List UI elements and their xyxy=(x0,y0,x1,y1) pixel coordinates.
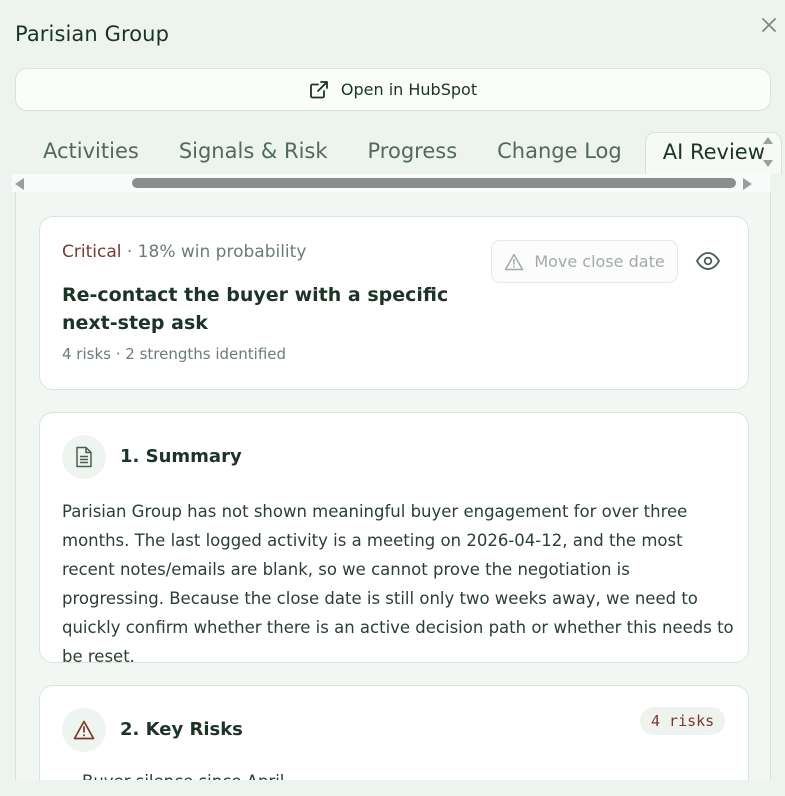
summary-card: 1. Summary Parisian Group has not shown … xyxy=(39,412,749,666)
scroll-arrows-icon xyxy=(763,137,773,167)
recommendation-card: Critical · 18% win probability Re-contac… xyxy=(39,216,749,390)
tab-signals-risk[interactable]: Signals & Risk xyxy=(159,132,348,174)
severity-label: Critical xyxy=(62,242,122,262)
key-risks-icon-wrap xyxy=(62,708,106,752)
bullet-icon xyxy=(62,779,68,780)
tab-progress[interactable]: Progress xyxy=(348,132,478,174)
tab-horizontal-scrollbar[interactable] xyxy=(12,174,770,192)
move-close-date-label: Move close date xyxy=(534,252,665,271)
key-risks-title: 2. Key Risks xyxy=(120,719,243,740)
move-close-date-button[interactable]: Move close date xyxy=(491,240,678,283)
severity-line: Critical · 18% win probability xyxy=(62,242,306,262)
external-link-icon xyxy=(309,80,328,98)
warning-icon xyxy=(505,253,524,270)
view-details-button[interactable] xyxy=(695,248,721,274)
warning-icon xyxy=(73,720,95,740)
document-icon xyxy=(76,446,92,468)
summary-text: Parisian Group has not shown meaningful … xyxy=(62,502,734,666)
win-probability: · 18% win probability xyxy=(126,242,307,262)
summary-icon-wrap xyxy=(62,435,106,479)
list-item: Buyer silence since April xyxy=(62,772,284,780)
tab-bar: Activities Signals & Risk Progress Chang… xyxy=(15,130,782,174)
recommendation-headline: Re-contact the buyer with a specific nex… xyxy=(62,284,449,334)
tab-vertical-scrollbar[interactable] xyxy=(761,134,775,174)
review-content[interactable]: Critical · 18% win probability Re-contac… xyxy=(15,192,771,780)
risk-item-text: Buyer silence since April xyxy=(82,772,284,780)
eye-icon xyxy=(695,252,721,270)
open-in-hubspot-button[interactable]: Open in HubSpot xyxy=(15,68,771,111)
scroll-right-icon[interactable] xyxy=(743,178,752,190)
close-icon xyxy=(762,18,776,32)
tab-change-log[interactable]: Change Log xyxy=(477,132,642,174)
page-title: Parisian Group xyxy=(15,22,170,46)
tab-activities[interactable]: Activities xyxy=(15,132,159,174)
close-button[interactable] xyxy=(758,14,780,36)
risk-count-badge: 4 risks xyxy=(640,707,726,735)
open-in-hubspot-label: Open in HubSpot xyxy=(340,80,478,99)
scroll-left-icon[interactable] xyxy=(15,178,24,190)
key-risks-card: 2. Key Risks 4 risks Buyer silence since… xyxy=(39,685,749,780)
risk-strength-summary: 4 risks · 2 strengths identified xyxy=(62,345,287,363)
scrollbar-thumb[interactable] xyxy=(132,178,736,188)
summary-title: 1. Summary xyxy=(120,446,242,467)
